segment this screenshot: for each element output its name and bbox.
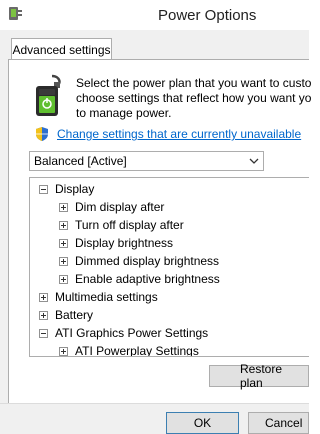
expand-box-icon[interactable] [59,257,68,266]
footer-divider [0,403,309,404]
tree-item-label: Enable adaptive brightness [75,272,220,286]
expand-box-icon[interactable] [59,203,68,212]
title-bar: Power Options [0,0,309,30]
power-options-app-icon [9,7,22,20]
chevron-down-icon [249,158,259,164]
tree-item-label: Display brightness [75,236,174,250]
description-line: to manage power. [76,106,172,120]
expand-box-icon[interactable] [39,311,48,320]
expand-box-icon[interactable] [59,347,68,356]
restore-button-label: Restore plan [240,362,283,390]
power-plan-select[interactable]: Balanced [Active] [29,151,264,171]
ok-button[interactable]: OK [166,412,239,434]
expand-box-icon[interactable] [59,239,68,248]
tree-item-label: Dim display after [75,200,165,214]
expand-box-icon[interactable] [59,275,68,284]
tab-label: Advanced settings [12,42,111,57]
restore-plan-defaults-button[interactable]: Restore plan [209,362,309,390]
plan-description: Select the power plan that you want to c… [76,76,316,121]
tree-item-label: Turn off display after [75,218,184,232]
tree-item-label: Dimmed display brightness [75,254,220,268]
tree-item-label: ATI Graphics Power Settings [55,326,209,340]
expand-box-icon[interactable] [59,221,68,230]
ok-button-label: OK [193,416,212,430]
change-unavailable-settings-link[interactable]: Change settings that are currently unava… [57,127,301,141]
tab-advanced-settings[interactable]: Advanced settings [11,38,112,60]
description-line: Select the power plan that you want to c… [76,76,312,90]
uac-shield-icon [36,127,48,141]
advanced-settings-tree[interactable]: Display Dim display after Turn off displ… [29,177,309,357]
window-title: Power Options [158,7,257,24]
expand-box-icon[interactable] [39,293,48,302]
power-plan-select-value: Balanced [Active] [34,154,127,168]
collapse-box-icon[interactable] [39,185,48,194]
tree-item-label: Battery [55,308,94,322]
cancel-button-label: Cancel [265,416,303,430]
description-line: choose settings that reflect how you wan… [76,91,312,105]
battery-plug-icon [36,74,61,116]
tree-item-label: Display [55,182,95,196]
cancel-button[interactable]: Cancel [248,412,309,434]
tree-item-label: ATI Powerplay Settings [75,344,199,357]
tree-item-label: Multimedia settings [55,290,158,304]
collapse-box-icon[interactable] [39,329,48,338]
